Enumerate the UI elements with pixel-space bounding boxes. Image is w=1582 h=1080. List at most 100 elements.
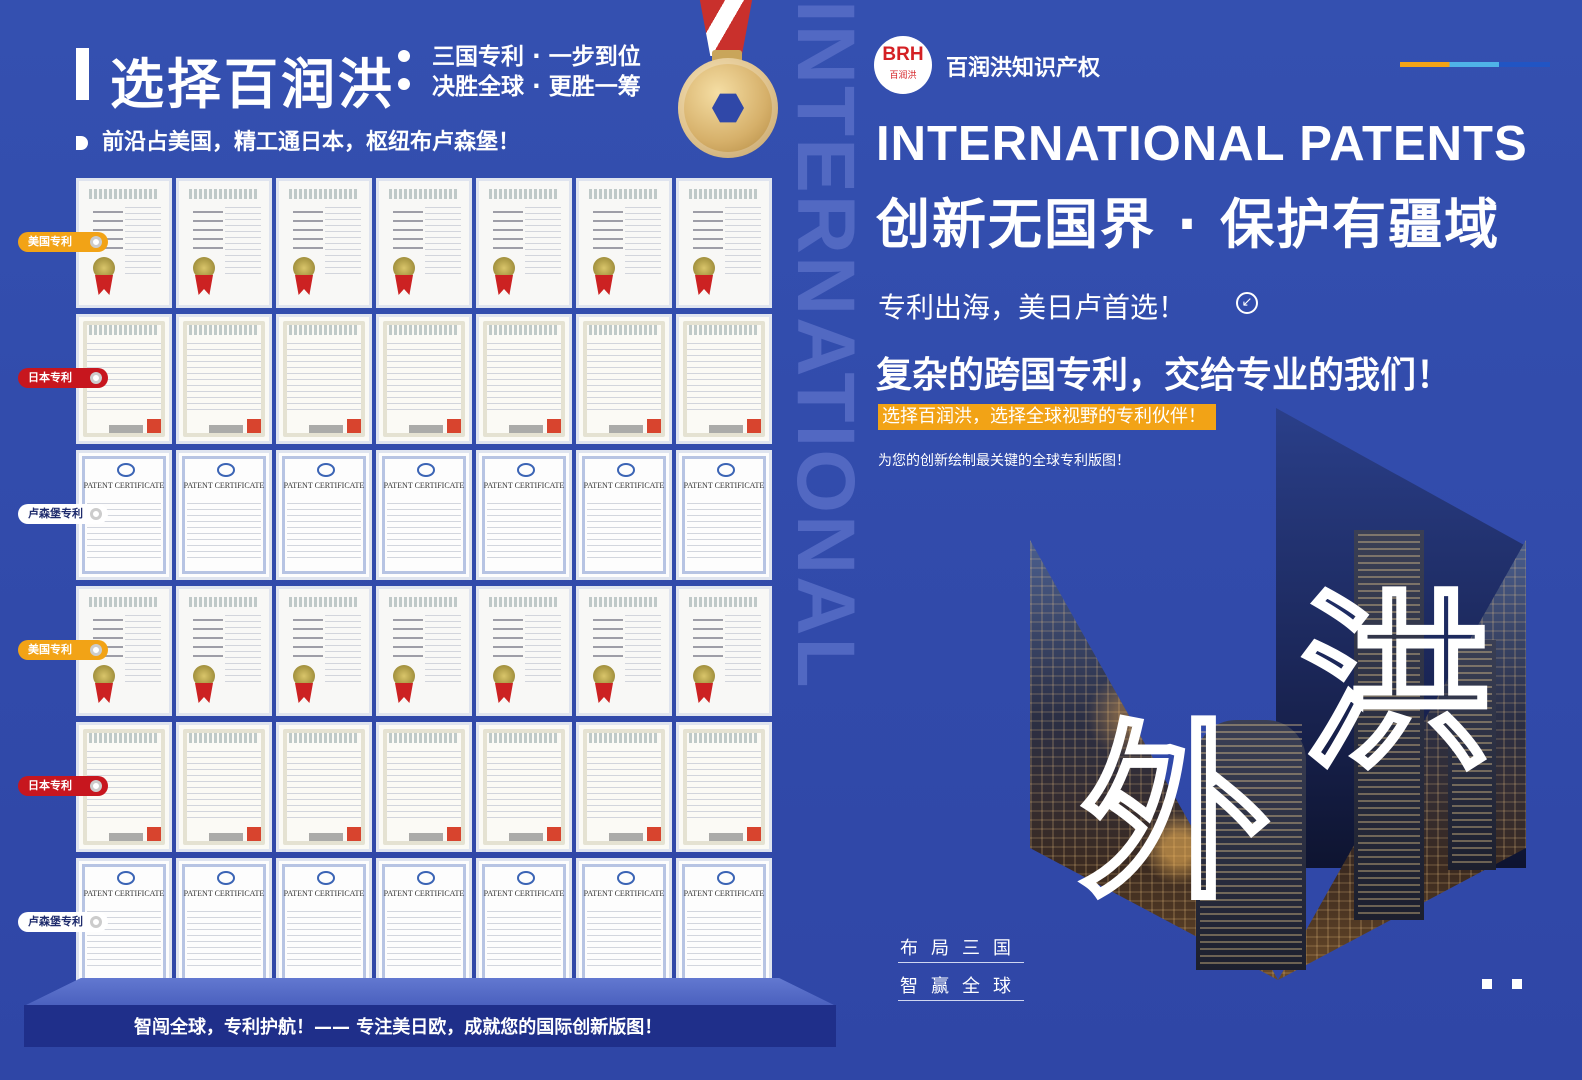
certificate-title: PATENT CERTIFICATE xyxy=(683,481,765,490)
certificate-title: PATENT CERTIFICATE xyxy=(583,481,665,490)
patent-certificate xyxy=(276,314,372,444)
patent-certificate xyxy=(276,722,372,852)
small-tagline: 为您的创新绘制最关键的全球专利版图！ xyxy=(878,453,1130,469)
certificate-title: PATENT CERTIFICATE xyxy=(383,481,465,490)
patent-certificate xyxy=(376,178,472,308)
country-tag-label: 日本专利 xyxy=(28,779,72,792)
target-icon xyxy=(90,780,102,792)
target-icon xyxy=(90,508,102,520)
country-tag: 日本专利 xyxy=(18,368,108,388)
certificate-row: PATENT CERTIFICATE PATENT CERTIFICATE PATE… xyxy=(76,450,772,580)
patent-certificate xyxy=(176,722,272,852)
patent-certificate xyxy=(176,586,272,716)
tagline-2: 复杂的跨国专利，交给专业的我们！ xyxy=(876,355,1453,396)
patent-certificate: PATENT CERTIFICATE xyxy=(676,450,772,580)
slogan-2: 智赢全球 xyxy=(900,976,1024,997)
title-accent-bar xyxy=(76,48,89,100)
patent-certificate xyxy=(676,178,772,308)
chinese-title: 创新无国界 · 保护有疆域 xyxy=(876,193,1501,256)
patent-certificate xyxy=(176,178,272,308)
certificate-title: PATENT CERTIFICATE xyxy=(283,889,365,898)
certificate-row xyxy=(76,314,772,444)
certificate-title: PATENT CERTIFICATE xyxy=(483,481,565,490)
patent-certificate: PATENT CERTIFICATE xyxy=(276,450,372,580)
patent-certificate xyxy=(376,722,472,852)
patent-certificate: PATENT CERTIFICATE xyxy=(676,858,772,988)
patent-certificate xyxy=(676,586,772,716)
arrow-down-left-icon: ↙ xyxy=(1236,292,1258,314)
country-tag: 美国专利 xyxy=(18,640,108,660)
slogan-divider xyxy=(898,962,1024,963)
dot-icon xyxy=(1512,979,1522,989)
medal-icon xyxy=(678,58,778,158)
patent-certificate xyxy=(276,178,372,308)
patent-certificate: PATENT CERTIFICATE xyxy=(476,450,572,580)
country-tag-label: 美国专利 xyxy=(28,235,72,248)
patent-certificate xyxy=(676,722,772,852)
patent-certificate xyxy=(476,722,572,852)
patent-certificate xyxy=(576,178,672,308)
display-platform xyxy=(24,978,836,1006)
patent-certificate xyxy=(576,314,672,444)
target-icon xyxy=(90,916,102,928)
english-title: INTERNATIONAL PATENTS xyxy=(876,117,1528,171)
overseas-character: 洪 xyxy=(1298,572,1492,797)
certificate-title: PATENT CERTIFICATE xyxy=(283,481,365,490)
vertical-international-text: INTERNATIONAL xyxy=(782,0,868,690)
country-tag-label: 美国专利 xyxy=(28,643,72,656)
patent-certificate xyxy=(176,314,272,444)
patent-certificate xyxy=(376,314,472,444)
poster: 选择百润洪 三国专利 · 一步到位 决胜全球 · 更胜一筹 前沿占美国，精工通日… xyxy=(0,0,1582,1080)
patent-certificate: PATENT CERTIFICATE xyxy=(576,858,672,988)
patent-certificate: PATENT CERTIFICATE xyxy=(376,858,472,988)
patent-certificate xyxy=(576,586,672,716)
patent-certificate xyxy=(676,314,772,444)
certificate-wall: PATENT CERTIFICATE PATENT CERTIFICATE PATE… xyxy=(76,178,772,990)
country-tag-label: 日本专利 xyxy=(28,371,72,384)
patent-certificate: PATENT CERTIFICATE xyxy=(176,450,272,580)
brand-logo-sub: 百润洪 xyxy=(889,71,917,81)
patent-certificate: PATENT CERTIFICATE xyxy=(276,858,372,988)
main-title: 选择百润洪 xyxy=(110,53,395,116)
certificate-title: PATENT CERTIFICATE xyxy=(183,889,265,898)
patent-certificate xyxy=(476,178,572,308)
certificate-row: PATENT CERTIFICATE PATENT CERTIFICATE PATE… xyxy=(76,858,772,988)
target-icon xyxy=(90,236,102,248)
certificate-row xyxy=(76,722,772,852)
patent-certificate xyxy=(276,586,372,716)
dot-icon xyxy=(1482,979,1492,989)
country-tag: 美国专利 xyxy=(18,232,108,252)
certificate-row xyxy=(76,178,772,308)
title-colon xyxy=(398,50,410,106)
title-sub-lines: 三国专利 · 一步到位 决胜全球 · 更胜一筹 xyxy=(432,42,641,102)
certificate-title: PATENT CERTIFICATE xyxy=(83,481,165,490)
lead-text: 前沿占美国，精工通日本，枢纽布卢森堡！ xyxy=(76,124,520,156)
country-tag: 卢森堡专利 xyxy=(18,504,108,524)
country-tag-label: 卢森堡专利 xyxy=(28,915,83,928)
certificate-title: PATENT CERTIFICATE xyxy=(83,889,165,898)
slogan-1: 布局三国 xyxy=(900,938,1024,959)
highlight-banner: 选择百润洪，选择全球视野的专利伙伴！ xyxy=(878,404,1216,430)
title-sub-line-2: 决胜全球 · 更胜一筹 xyxy=(432,74,641,100)
certificate-title: PATENT CERTIFICATE xyxy=(583,889,665,898)
certificate-title: PATENT CERTIFICATE xyxy=(183,481,265,490)
patent-certificate: PATENT CERTIFICATE xyxy=(476,858,572,988)
accent-line xyxy=(1400,62,1550,67)
certificate-title: PATENT CERTIFICATE xyxy=(383,889,465,898)
footer-text: 智闯全球，专利护航！—— 专注美日欧，成就您的国际创新版图！ xyxy=(134,1017,663,1038)
pager-dots xyxy=(1482,974,1542,993)
target-icon xyxy=(90,372,102,384)
tagline-1: 专利出海，美日卢首选！ xyxy=(878,291,1187,324)
patent-certificate: PATENT CERTIFICATE xyxy=(576,450,672,580)
brand-name: 百润洪知识产权 xyxy=(946,56,1101,81)
patent-certificate xyxy=(476,314,572,444)
patent-certificate xyxy=(576,722,672,852)
certificate-title: PATENT CERTIFICATE xyxy=(483,889,565,898)
overseas-character: 外 xyxy=(1078,702,1272,927)
target-icon xyxy=(90,644,102,656)
slogan-divider xyxy=(898,1000,1024,1001)
certificate-row xyxy=(76,586,772,716)
patent-certificate: PATENT CERTIFICATE xyxy=(176,858,272,988)
patent-certificate xyxy=(376,586,472,716)
brand-logo-mark: BRH xyxy=(882,44,924,65)
